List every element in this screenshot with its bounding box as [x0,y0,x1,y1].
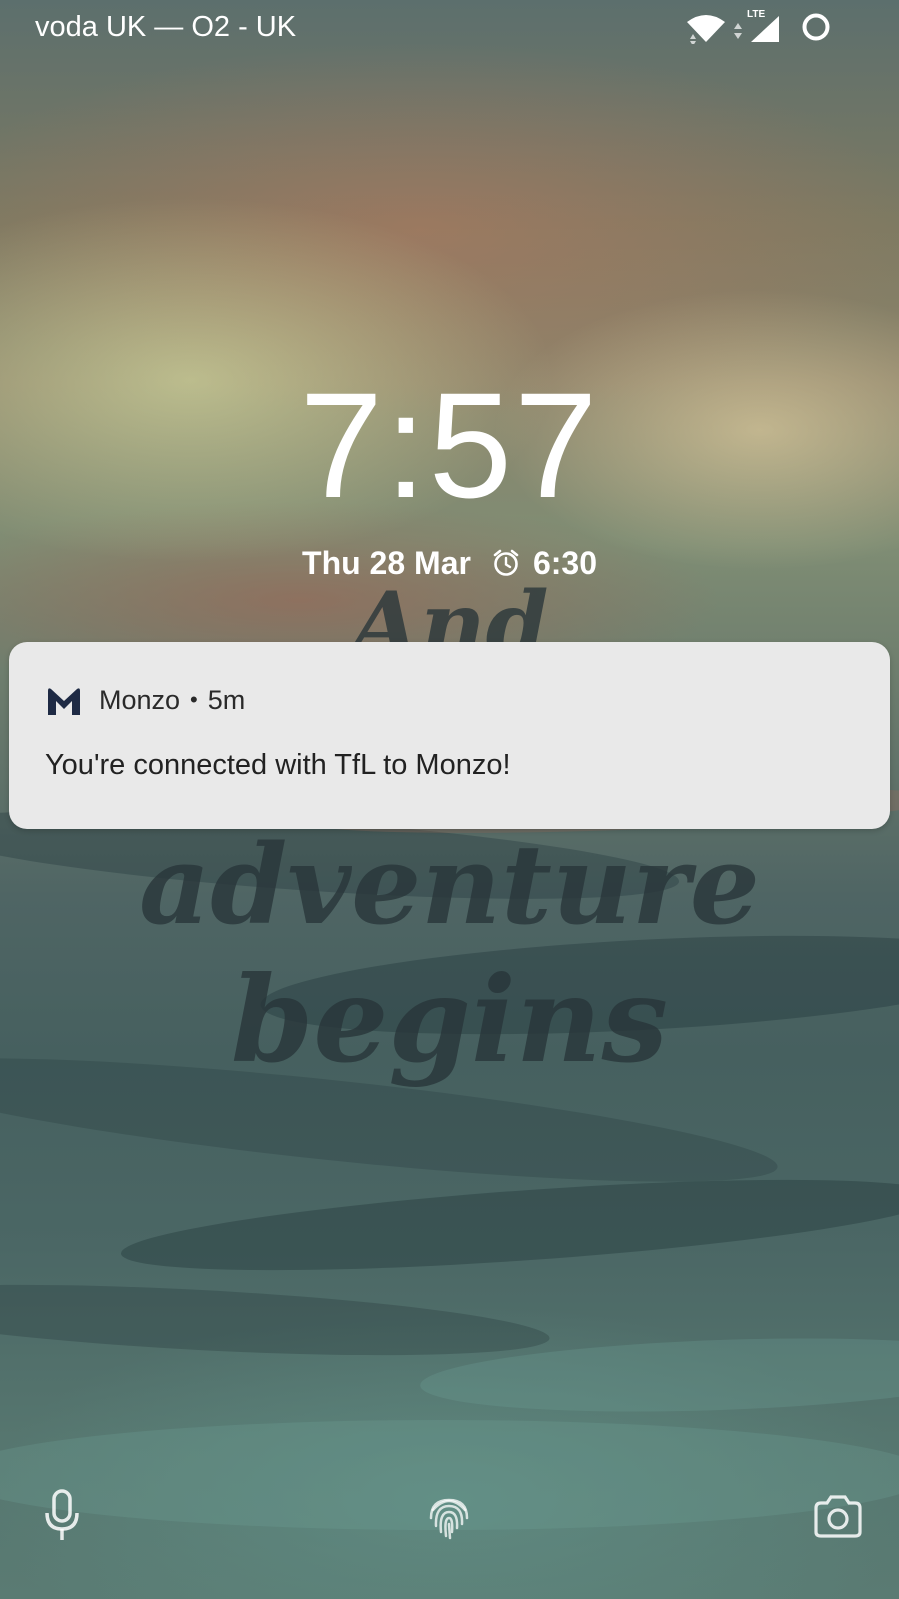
carrier-name: voda UK — O2 - UK [35,11,297,43]
signal-icon [751,16,779,42]
alarm-time: 6:30 [532,544,597,581]
date-label: Thu 28 Mar [302,544,471,581]
notification-separator: • [190,687,198,712]
status-icons: LTE [685,9,865,44]
notification-app-name: Monzo [99,684,181,715]
notification-header: Monzo • 5m [45,680,245,720]
fingerprint-icon[interactable] [425,1488,473,1544]
camera-icon[interactable] [812,1488,864,1544]
notification-time: 5m [207,684,246,715]
status-bar: voda UK — O2 - UK LTE [0,0,899,54]
notification-message: You're connected with TfL to Monzo! [45,749,511,781]
data-arrows-icon [734,23,742,39]
date-alarm-row: Thu 28 Mar 6:30 [0,543,899,583]
lock-clock: 7:57 [299,361,600,529]
microphone-icon[interactable] [38,1488,86,1544]
monzo-notification[interactable]: Monzo • 5m You're connected with TfL to … [9,642,890,829]
wallpaper-lettering-3: begins [230,950,669,1089]
monzo-logo-icon [48,688,80,715]
wifi-icon [687,15,725,44]
alarm-icon [491,548,521,578]
battery-ring-icon [802,13,830,41]
wallpaper-lettering-2: adventure [139,820,760,949]
